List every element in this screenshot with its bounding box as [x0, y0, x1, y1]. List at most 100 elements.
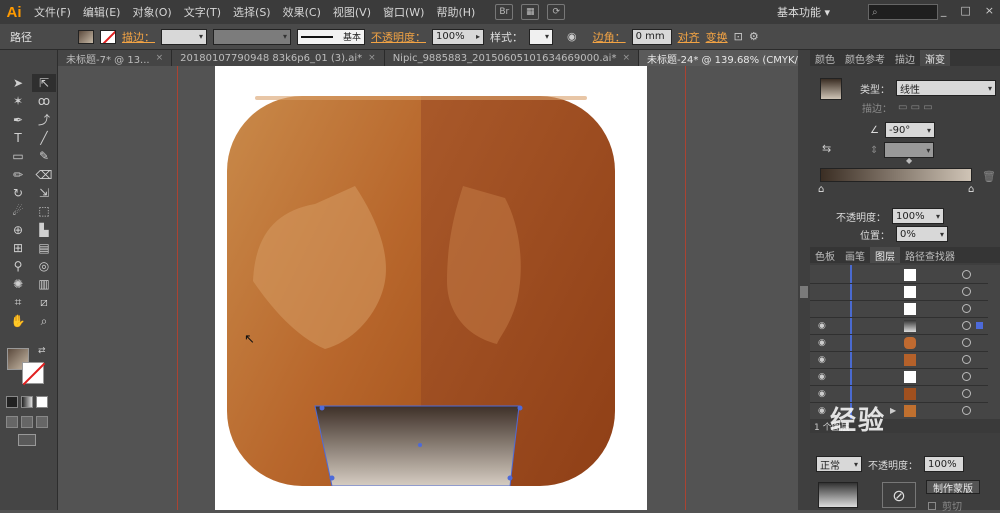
menu-window[interactable]: 窗口(W) [377, 4, 430, 20]
rectangle-tool-icon[interactable]: ▭ [6, 147, 30, 165]
stroke-swatch[interactable] [100, 29, 116, 44]
tab-brushes[interactable]: 画笔 [840, 247, 870, 263]
stop-opacity-input[interactable]: 100% ▾ [892, 208, 944, 224]
magic-wand-tool-icon[interactable]: ✶ [6, 92, 30, 110]
arrange-documents-icon[interactable]: ▦ [521, 4, 540, 20]
menu-type[interactable]: 文字(T) [178, 4, 227, 20]
draw-behind-icon[interactable] [21, 416, 33, 428]
mask-none-icon[interactable]: ⊘ [882, 482, 916, 508]
screen-mode-icon[interactable] [18, 434, 36, 446]
menu-edit[interactable]: 编辑(E) [77, 4, 127, 20]
layer-target-icon[interactable] [962, 321, 971, 330]
eye-icon[interactable]: ◉ [818, 355, 826, 365]
perspective-grid-tool-icon[interactable]: ▙ [32, 220, 56, 238]
layer-row[interactable]: ◉ [810, 335, 988, 352]
layer-row[interactable] [810, 267, 988, 284]
variable-width-dropdown[interactable]: ▾ [213, 28, 291, 45]
mesh-tool-icon[interactable]: ⊞ [6, 239, 30, 257]
draw-inside-icon[interactable] [36, 416, 48, 428]
hand-tool-icon[interactable]: ✋ [6, 312, 30, 330]
workspace-switcher[interactable]: 基本功能 ▾ [777, 4, 830, 20]
tab-pathfinder[interactable]: 路径查找器 [900, 247, 960, 263]
layer-row-selected[interactable]: ◉ [810, 318, 988, 335]
gradient-stop-right[interactable]: ⌂ [968, 184, 974, 195]
corner-label[interactable]: 边角： [593, 29, 626, 45]
tab-color-guide[interactable]: 颜色参考 [840, 50, 890, 66]
none-mode-icon[interactable] [36, 396, 48, 408]
layer-target-icon[interactable] [962, 406, 971, 415]
layer-target-icon[interactable] [962, 355, 971, 364]
pen-tool-icon[interactable]: ✒ [6, 111, 30, 129]
reverse-gradient-icon[interactable]: ⇆ [822, 142, 831, 155]
eye-icon[interactable]: ◉ [818, 338, 826, 348]
eye-icon[interactable]: ◉ [818, 389, 826, 399]
menu-select[interactable]: 选择(S) [227, 4, 277, 20]
layer-target-icon[interactable] [962, 389, 971, 398]
menu-help[interactable]: 帮助(H) [430, 4, 481, 20]
eyedropper-tool-icon[interactable]: ⚲ [6, 257, 30, 275]
tab-document-2[interactable]: 20180107790948 83k6p6_01 (3).ai* × [172, 50, 385, 66]
artboard-tool-icon[interactable]: ⌗ [6, 294, 30, 312]
style-dropdown[interactable]: ▾ [529, 28, 553, 45]
zoom-tool-icon[interactable]: ⌕ [32, 312, 56, 330]
tab-swatches[interactable]: 色板 [810, 247, 840, 263]
anchor-point[interactable] [507, 475, 513, 481]
stroke-style-dropdown[interactable]: 基本 [297, 28, 365, 45]
pencil-tool-icon[interactable]: ✏ [6, 165, 30, 183]
layer-row[interactable]: ◉ [810, 352, 988, 369]
search-input[interactable]: ⌕ [868, 4, 938, 20]
opacity-dropdown[interactable]: 100% ▸ [432, 28, 484, 45]
transparency-opacity-input[interactable]: 100% [924, 456, 964, 472]
blend-mode-dropdown[interactable]: 正常 ▾ [816, 456, 862, 472]
curvature-tool-icon[interactable]: ⤴ [32, 111, 56, 129]
stop-position-input[interactable]: 0% ▾ [896, 226, 948, 242]
type-tool-icon[interactable]: T [6, 129, 30, 147]
recolor-icon[interactable]: ◉ [567, 30, 577, 43]
line-tool-icon[interactable]: ╱ [32, 129, 56, 147]
menu-file[interactable]: 文件(F) [28, 4, 77, 20]
vertical-scrollbar[interactable] [798, 50, 810, 510]
layer-target-icon[interactable] [962, 338, 971, 347]
tab-color[interactable]: 颜色 [810, 50, 840, 66]
layer-row[interactable] [810, 301, 988, 318]
stroke-gradient-icons[interactable]: ▭ ▭ ▭ [898, 102, 933, 113]
eye-icon[interactable]: ◉ [818, 372, 826, 382]
eye-icon[interactable]: ◉ [818, 321, 826, 331]
symbol-sprayer-tool-icon[interactable]: ✺ [6, 275, 30, 293]
column-graph-tool-icon[interactable]: ▥ [32, 275, 56, 293]
layer-target-icon[interactable] [962, 304, 971, 313]
gradient-type-dropdown[interactable]: 线性 ▾ [896, 80, 996, 96]
eye-icon[interactable]: ◉ [818, 406, 826, 416]
warp-tool-icon[interactable]: ☄ [6, 202, 30, 220]
align-link[interactable]: 对齐 [678, 29, 700, 45]
delete-stop-icon[interactable]: 🗑 [982, 170, 996, 183]
rotate-tool-icon[interactable]: ↻ [6, 184, 30, 202]
selection-indicator-icon[interactable] [976, 322, 983, 329]
isolate-icon[interactable]: ⊡ [734, 30, 743, 43]
anchor-point[interactable] [517, 405, 523, 411]
selected-gradient-rect[interactable] [314, 405, 520, 486]
close-tab-icon[interactable]: × [368, 53, 376, 63]
anchor-point[interactable] [329, 475, 335, 481]
tab-stroke[interactable]: 描边 [890, 50, 920, 66]
color-mode-icon[interactable] [6, 396, 18, 408]
scale-tool-icon[interactable]: ⇲ [32, 184, 56, 202]
layer-row[interactable] [810, 284, 988, 301]
sync-icon[interactable]: ⟳ [547, 4, 566, 20]
blend-tool-icon[interactable]: ◎ [32, 257, 56, 275]
tab-document-3[interactable]: Nipic_9885883_20150605101634669000.ai* × [384, 50, 639, 66]
canvas-area[interactable]: ↖ [58, 66, 798, 510]
stroke-color-icon[interactable] [22, 362, 44, 384]
selection-tool-icon[interactable]: ➤ [6, 74, 30, 92]
maximize-button[interactable]: □ [960, 4, 970, 17]
paintbrush-tool-icon[interactable]: ✎ [32, 147, 56, 165]
gradient-stop-left[interactable]: ⌂ [818, 184, 824, 195]
direct-selection-tool-icon[interactable]: ⇱ [32, 74, 56, 93]
slice-tool-icon[interactable]: ⧄ [32, 294, 56, 312]
transform-link[interactable]: 变换 [706, 29, 728, 45]
tab-gradient[interactable]: 渐变 [920, 50, 950, 66]
expand-arrow-icon[interactable]: ▶ [890, 406, 896, 415]
bridge-icon[interactable]: Br [495, 4, 514, 20]
fill-swatch[interactable] [78, 29, 94, 44]
lasso-tool-icon[interactable]: ꝏ [32, 92, 56, 110]
